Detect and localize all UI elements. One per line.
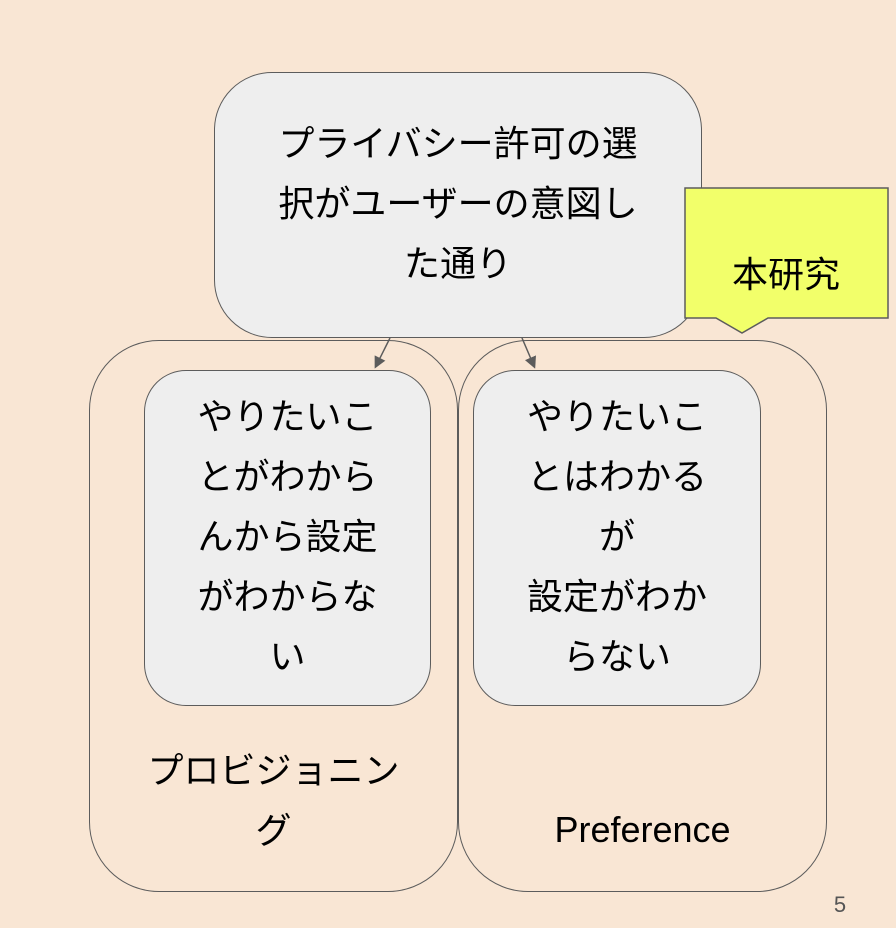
callout-text: 本研究 [731,255,840,296]
page-number: 5 [833,892,847,917]
connector-to-provisioning [374,337,391,369]
connector-to-preference [521,337,536,369]
diagram-connectors [374,187,889,369]
